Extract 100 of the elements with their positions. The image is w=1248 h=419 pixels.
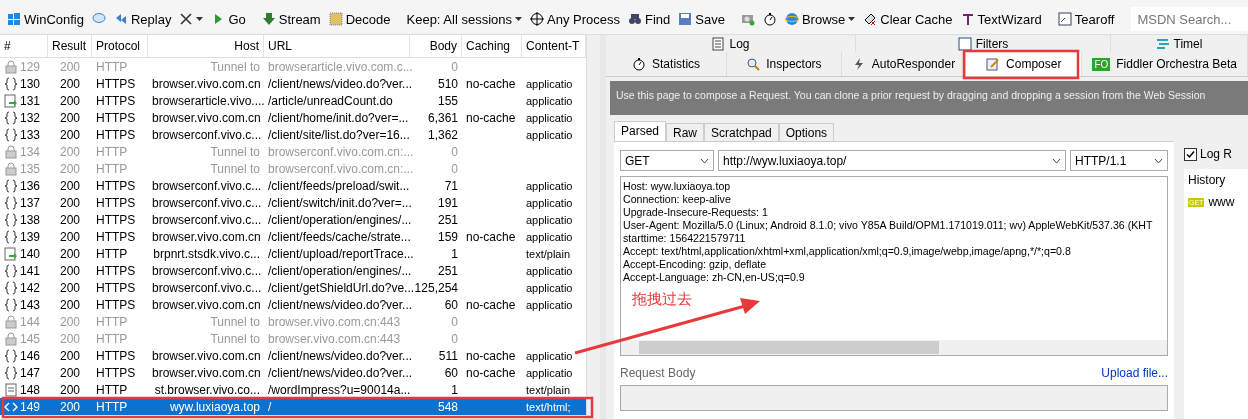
session-row[interactable]: 138 200 HTTPS browserconf.vivo.c... /client/operation/engines/... 251 applicatio [0,211,586,228]
session-row[interactable]: 139 200 HTTPS browser.vivo.com.cn /client/feeds/cache/strate... 159 no-cache applicatio [0,228,586,245]
tab[interactable]: Parsed [614,121,667,141]
table-cell-text: /client/news/video.do?ver... [267,297,410,312]
curly-braces-icon [4,178,18,193]
request-body-field[interactable] [620,385,1168,411]
column-header[interactable]: Caching [462,35,522,57]
timeline-icon [1155,36,1170,51]
stopwatch-icon [762,12,777,26]
table-cell-text: applicatio [525,196,574,209]
binoculars-icon [628,12,642,26]
tab[interactable]: Statistics [606,52,728,76]
session-row[interactable]: 148 200 HTTP st.browser.vivo.co... /wordImpress?u=90014a... 1 text/plain [0,381,586,398]
tab[interactable]: FO Fiddler Orchestra Beta [1082,52,1248,76]
url-field[interactable]: http://wyw.luxiaoya.top/ [718,150,1066,171]
table-cell-text: 200 [59,93,81,108]
session-row[interactable]: 142 200 HTTPS browserconf.vivo.c... /client/getShieldUrl.do?ve...125,254 applicatio [0,279,586,296]
vertical-scrollbar[interactable] [586,35,600,419]
table-cell-text: Tunnel to [209,331,261,346]
session-row[interactable]: 130 200 HTTPS browser.vivo.com.cn /client/news/video.do?ver... 510 no-cache applicatio [0,75,586,92]
toolbar-button[interactable]: Save [675,9,728,29]
session-row[interactable]: 132 200 HTTPS browser.vivo.com.cn /client/home/init.do?ver=... 6,361 no-cache applicatio [0,109,586,126]
toolbar-button[interactable]: Decode [325,9,394,29]
lock-icon [4,331,18,346]
session-number: 130 [20,76,41,91]
document-icon [711,36,726,51]
session-number: 133 [20,127,41,142]
tab[interactable]: Options [778,123,835,141]
session-number: 149 [20,399,41,414]
table-cell-text: Tunnel to [209,161,261,176]
table-cell-text: applicatio [525,111,574,124]
column-header[interactable]: Result [48,35,92,57]
chevron-down-icon [1052,157,1061,164]
table-cell-text: 0 [450,331,459,346]
toolbar-button[interactable]: Stream [258,9,324,29]
toolbar-button[interactable]: Clear Cache [860,9,956,29]
version-dropdown[interactable]: HTTP/1.1 [1070,150,1168,171]
session-row[interactable]: 140 200 HTTP brpnrt.stsdk.vivo.c... /client/upload/reportTrace... 1 text/plain [0,245,586,262]
curly-braces-icon [4,297,18,312]
log-requests-checkbox[interactable] [1184,147,1197,161]
tab[interactable]: Log [606,35,856,52]
toolbar-button[interactable]: Find [625,9,674,29]
session-row[interactable]: 137 200 HTTPS browserconf.vivo.c... /client/switch/init.do?ver=... 191 applicatio [0,194,586,211]
column-header[interactable]: Protocol [92,35,148,57]
table-cell-text: 200 [59,229,81,244]
session-number: 146 [20,348,41,363]
session-number: 145 [20,331,41,346]
headers-text[interactable]: Host: wyw.luxiaoya.top Connection: keep-alive Upgrade-Insecure-Requests: 1 User-Agent: Mozilla/5.0 (Linux; Android 8.1.0; vivo Y85A Build/OPM1.171019.011; wv) AppleWebKit/537.36 (KHT starttime: 1564221579711 Accept: text/html,application/xhtml+xml,application/xml;q=0.9,image/webp,image/apng,*/*;q=0.8 Accept-Encoding: gzip, deflate Accept-Language: zh-CN,en-US;q=0.9 [621,177,1167,287]
table-cell-text: applicatio [525,213,574,226]
toolbar-button[interactable]: WinConfig [4,9,87,29]
edit-pencil-icon [986,57,1001,71]
toolbar-button[interactable]: TextWizard [957,9,1045,29]
session-row[interactable]: 136 200 HTTPS browserconf.vivo.c... /client/feeds/preload/swit... 71 applicatio [0,177,586,194]
session-row[interactable]: 147 200 HTTPS browser.vivo.com.cn /client/news/video.do?ver... 60 no-cache applicatio [0,364,586,381]
table-cell-text: HTTPS [95,93,137,108]
tab[interactable]: Inspectors [727,52,842,76]
search-field[interactable]: MSDN Search... [1131,7,1248,31]
camera-icon [740,12,755,26]
method-dropdown[interactable]: GET [620,150,714,171]
session-row[interactable]: 141 200 HTTPS browserconf.vivo.c... /client/operation/engines/... 251 applicatio [0,262,586,279]
tab[interactable]: Composer [966,52,1083,76]
column-header[interactable]: # [0,35,48,57]
table-cell-text: 511 [437,348,459,363]
upload-file-link[interactable]: Upload file... [1101,366,1168,380]
toolbar-button[interactable]: Replay [110,9,175,29]
toolbar-button[interactable]: Go [208,9,249,29]
tab[interactable]: Raw [666,123,705,141]
session-row[interactable]: 133 200 HTTPS browserconf.vivo.c... /client/site/list.do?ver=16... 1,362 applicatio [0,126,586,143]
session-row[interactable]: 143 200 HTTPS browser.vivo.com.cn /client/news/video.do?ver... 60 no-cache applicatio [0,296,586,313]
lock-icon [4,59,18,74]
table-cell-text: 1 [450,382,459,397]
table-cell-text: browserconf.vivo.c... [151,195,263,210]
toolbar-button[interactable]: Keep: All sessions [403,9,525,29]
toolbar-button[interactable]: Tearoff [1054,9,1118,29]
column-header[interactable]: URL [264,35,410,57]
tab[interactable]: Timel [1111,35,1248,52]
table-cell-text: /wordImpress?u=90014a... [267,382,410,397]
table-cell-text: browser.vivo.com.cn [151,76,262,91]
table-cell-text: 0 [450,314,459,329]
toolbar-button[interactable]: Browse [781,9,859,29]
horizontal-scrollbar[interactable] [621,340,1167,355]
table-cell-text: applicatio [525,77,574,90]
session-row[interactable]: 146 200 HTTPS browser.vivo.com.cn /client/news/video.do?ver... 511 no-cache applicatio [0,347,586,364]
curly-braces-icon [4,229,18,244]
column-header[interactable]: Body [410,35,462,57]
chevron-down-icon [700,157,709,164]
tab[interactable]: Scratchpad [704,123,779,141]
table-cell-text: HTTPS [95,110,137,125]
table-cell-text: Tunnel to [209,59,261,74]
table-cell-text: /client/operation/engines/... [267,212,410,227]
toolbar-button[interactable]: Any Process [527,9,623,29]
session-number: 134 [20,144,41,159]
fo-logo-icon: FO [1092,57,1111,71]
table-cell-text: HTTPS [95,263,137,278]
table-cell-text: 200 [59,144,81,159]
session-row[interactable]: 131 200 HTTPS browserarticle.vivo.... /article/unreadCount.do 155 applicatio [0,92,586,109]
table-cell-text: HTTPS [95,297,137,312]
history-item[interactable]: www [1208,195,1235,209]
column-header[interactable]: Host [148,35,264,57]
save-icon [678,12,693,26]
